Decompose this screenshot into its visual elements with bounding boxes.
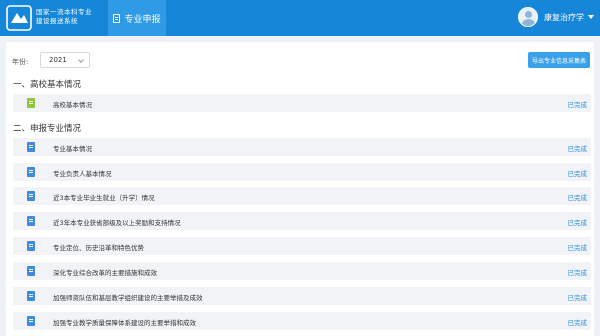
nav-tab-application[interactable]: 专业申报 xyxy=(108,0,166,36)
list-item[interactable]: 专业定位、历史沿革和特色优势 已完成 xyxy=(13,237,591,255)
list-item[interactable]: 专业基本情况 已完成 xyxy=(13,138,591,156)
item-label: 专业基本情况 xyxy=(53,145,92,153)
item-label: 专业负责人基本情况 xyxy=(53,170,112,178)
export-button[interactable]: 导出专业信息采集表 xyxy=(528,52,590,68)
chevron-down-icon xyxy=(78,57,84,63)
item-label: 加强师资队伍和基层教学组织建设的主要举措及成效 xyxy=(53,294,203,302)
item-label: 近3年本专业获省部级及以上奖励和支持情况 xyxy=(53,219,181,227)
status-completed[interactable]: 已完成 xyxy=(568,143,588,153)
list-item[interactable]: 近3年本专业获省部级及以上奖励和支持情况 已完成 xyxy=(13,212,591,230)
status-completed[interactable]: 已完成 xyxy=(568,292,588,302)
status-completed[interactable]: 已完成 xyxy=(568,317,588,327)
blue-doc-icon xyxy=(27,316,35,326)
status-completed[interactable]: 已完成 xyxy=(568,192,588,202)
blue-doc-icon xyxy=(27,291,35,301)
top-bar: 国家一流本科专业 建设报送系统 专业申报 康复治疗学 xyxy=(0,0,600,36)
list-item[interactable]: 深化专业综合改革的主要措施和成效 已完成 xyxy=(13,262,591,280)
document-icon xyxy=(113,13,121,23)
list-item[interactable]: 专业负责人基本情况 已完成 xyxy=(13,163,591,181)
status-completed[interactable]: 已完成 xyxy=(568,99,588,109)
item-label: 专业定位、历史沿革和特色优势 xyxy=(53,244,144,252)
brand-title: 国家一流本科专业 建设报送系统 xyxy=(36,8,92,26)
year-label: 年份: xyxy=(12,58,29,66)
item-label: 近3本专业毕业生就业（升学）情况 xyxy=(53,194,155,202)
list-item[interactable]: 加强师资队伍和基层教学组织建设的主要举措及成效 已完成 xyxy=(13,287,591,305)
blue-doc-icon xyxy=(27,241,35,251)
year-select[interactable]: 2021 xyxy=(40,52,90,68)
blue-doc-icon xyxy=(27,167,35,177)
user-menu[interactable]: 康复治疗学 xyxy=(518,7,594,27)
nav-tab-label: 专业申报 xyxy=(124,14,161,25)
avatar xyxy=(518,7,538,27)
green-doc-icon xyxy=(27,98,35,108)
item-label: 加强专业教学质量保障体系建设的主要举措和成效 xyxy=(53,319,196,327)
section-title-university: 一、高校基本情况 xyxy=(13,80,82,90)
status-completed[interactable]: 已完成 xyxy=(568,242,588,252)
list-item[interactable]: 高校基本情况 已完成 xyxy=(13,94,591,112)
status-completed[interactable]: 已完成 xyxy=(568,168,588,178)
logo-icon xyxy=(6,5,32,31)
blue-doc-icon xyxy=(27,216,35,226)
brand-line-2: 建设报送系统 xyxy=(36,17,78,25)
user-name: 康复治疗学 xyxy=(544,12,584,22)
status-completed[interactable]: 已完成 xyxy=(568,217,588,227)
status-completed[interactable]: 已完成 xyxy=(568,267,588,277)
item-label: 高校基本情况 xyxy=(53,101,92,109)
export-label: 导出专业信息采集表 xyxy=(531,57,586,65)
list-item[interactable]: 近3本专业毕业生就业（升学）情况 已完成 xyxy=(13,187,591,205)
year-value: 2021 xyxy=(49,56,67,64)
blue-doc-icon xyxy=(27,266,35,276)
blue-doc-icon xyxy=(27,142,35,152)
list-item[interactable]: 加强专业教学质量保障体系建设的主要举措和成效 已完成 xyxy=(13,312,591,330)
item-label: 深化专业综合改革的主要措施和成效 xyxy=(53,269,157,277)
brand-line-1: 国家一流本科专业 xyxy=(36,8,92,16)
blue-doc-icon xyxy=(27,191,35,201)
section-title-major: 二、申报专业情况 xyxy=(13,124,82,134)
chevron-down-icon xyxy=(588,15,594,19)
